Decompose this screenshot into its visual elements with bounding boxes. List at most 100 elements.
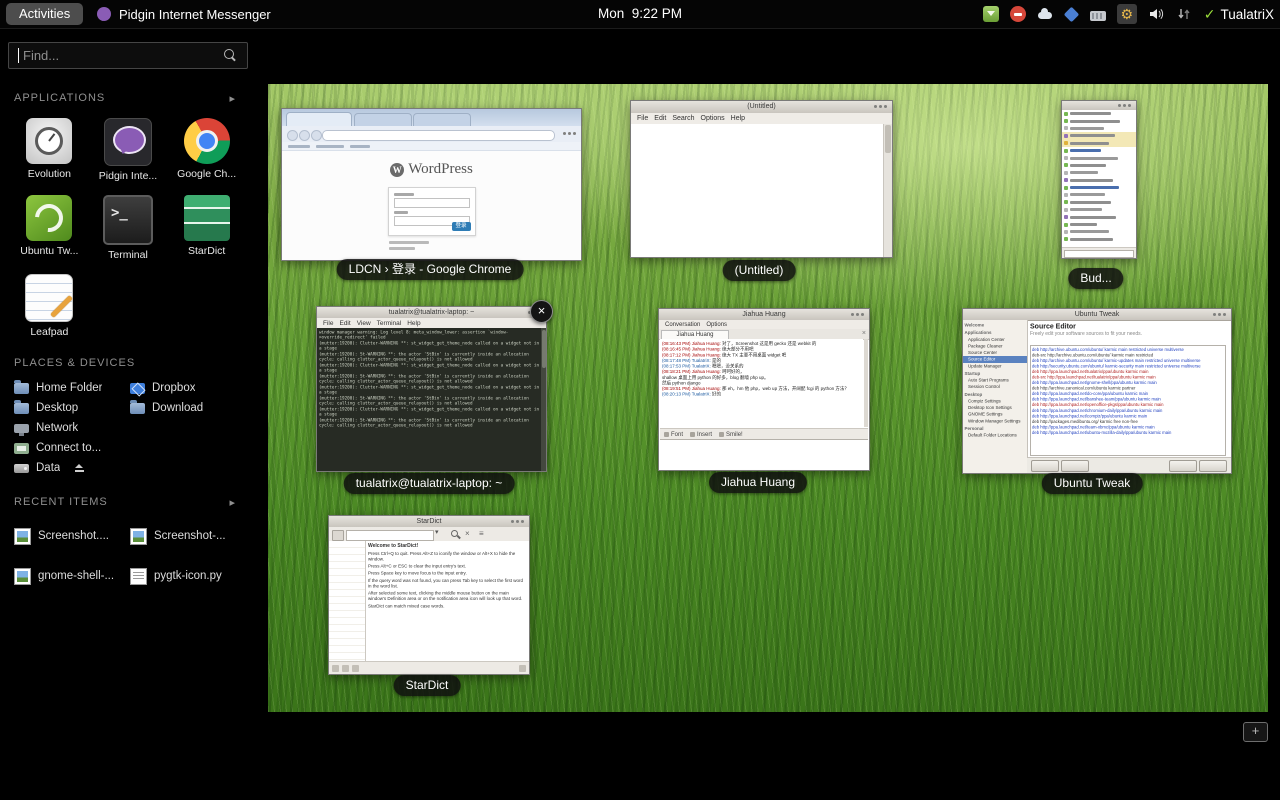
app-label: Terminal (89, 249, 168, 261)
format-label: Font (671, 432, 683, 438)
chat-sender: TualatriX: (692, 358, 711, 363)
dropbox-icon[interactable] (1063, 6, 1079, 22)
window-thumbnail-terminal[interactable]: tualatrix@tualatrix-laptop: ~ FileEditVi… (316, 306, 547, 472)
terminal-output: window manager warning: Log level 8: met… (317, 328, 541, 471)
place-item[interactable]: Dropbox (130, 378, 246, 398)
window-thumbnail-stardict[interactable]: StarDict ▾ × ≡ Welcome to StarDict!Press… (328, 515, 530, 675)
login-button: 登录 (452, 222, 471, 231)
buddy-row (1062, 221, 1136, 228)
network-icon[interactable] (1176, 6, 1193, 23)
forward-icon (299, 130, 310, 141)
app-launcher[interactable]: Terminal (89, 195, 168, 261)
app-icon (184, 118, 230, 164)
stardict-toolbar: ▾ × ≡ (329, 527, 529, 542)
app-launcher[interactable]: Pidgin Inte... (89, 118, 168, 182)
buddy-row (1062, 236, 1136, 243)
keyboard-icon[interactable] (1090, 11, 1106, 21)
username: TualatriX (1220, 7, 1274, 22)
buddy-status-icon (1064, 237, 1068, 241)
terminal-line: (mutter:19200): Clutter-WARNING **: st_w… (319, 363, 541, 373)
buddy-row (1062, 162, 1136, 169)
menu-item: Edit (651, 115, 669, 122)
terminal-line: (mutter:19200): Clutter-WARNING **: st_w… (319, 341, 541, 351)
app-launcher[interactable]: Ubuntu Tw... (10, 195, 89, 261)
footer-button (1199, 460, 1227, 472)
software-update-icon[interactable] (983, 6, 999, 22)
place-item[interactable]: Data (14, 458, 130, 478)
applications-expand-icon[interactable]: ▸ (229, 92, 235, 105)
window-thumbnail-buddy-list[interactable] (1061, 100, 1137, 259)
window-title-pill: StarDict (394, 675, 461, 696)
format-icon (664, 432, 669, 437)
lookup-input (346, 530, 434, 541)
app-icon (184, 195, 230, 241)
place-item[interactable]: Network (14, 418, 130, 438)
place-item[interactable]: Connect to... (14, 438, 130, 458)
definition-paragraph: Press Space key to move focus to the inp… (368, 571, 527, 577)
recent-item[interactable]: Screenshot-... (130, 516, 246, 556)
recent-item[interactable]: pygtk-icon.py (130, 556, 246, 596)
buddy-row (1062, 206, 1136, 213)
close-window-button[interactable]: × (530, 300, 553, 323)
buddy-status-icon (1064, 230, 1068, 234)
chat-timestamp: (08:17:12 PM) (662, 352, 692, 357)
tweak-nav-item: Startup (963, 370, 1027, 377)
menu-item: Help (404, 320, 423, 327)
window-thumbnail-ubuntu-tweak[interactable]: Ubuntu Tweak WelcomeApplicationsApplicat… (962, 308, 1232, 474)
window-title: Jiahua Huang (742, 311, 785, 318)
pane-title: Source Editor (1030, 322, 1227, 331)
terminal-line: (mutter:19200): St-WARNING **: the actor… (319, 418, 541, 428)
recent-list: Screenshot.... Screenshot-... gnome-shel… (14, 516, 246, 596)
menu-item: Options (698, 115, 728, 122)
password-label-bar (394, 211, 408, 214)
notification-icon[interactable] (1010, 6, 1026, 22)
buddy-status-icon (1064, 223, 1068, 227)
place-item[interactable]: Download (130, 398, 246, 418)
chat-sender: Jiahua Huang: (692, 386, 721, 391)
app-menu[interactable]: Pidgin Internet Messenger (97, 0, 271, 28)
app-launcher[interactable]: StarDict (167, 195, 246, 261)
activities-button[interactable]: Activities (6, 3, 83, 25)
app-launcher[interactable]: Evolution (10, 118, 89, 182)
buddy-status-icon (1064, 171, 1068, 175)
place-label: Home Folder (36, 382, 102, 394)
menu-item: File (320, 320, 336, 327)
scrollbar (864, 339, 868, 427)
volume-icon[interactable] (1148, 6, 1165, 23)
tweak-nav-item: Applications (963, 330, 1027, 337)
eject-icon[interactable] (75, 464, 84, 473)
recent-expand-icon[interactable]: ▸ (229, 496, 235, 509)
buddy-name-bar (1070, 112, 1111, 115)
search-input[interactable] (21, 45, 215, 66)
app-launcher[interactable]: Leafpad (10, 274, 89, 338)
user-menu[interactable]: ✓ TualatriX (1204, 6, 1274, 23)
place-label: Desktop (36, 402, 78, 414)
chrome-tab (354, 113, 412, 126)
window-thumbnail-leafpad[interactable]: (Untitled) FileEditSearchOptionsHelp (630, 100, 893, 258)
window-thumbnail-chrome[interactable]: W WordPress 登录 (281, 108, 582, 261)
buddy-name-bar (1070, 179, 1113, 182)
username-label-bar (394, 193, 414, 196)
gear-icon[interactable]: ⚙ (1117, 4, 1137, 24)
pidgin-icon (97, 7, 111, 21)
buddy-name-bar (1070, 208, 1102, 211)
footer-button (1031, 460, 1059, 472)
window-controls (521, 520, 524, 523)
cloud-icon[interactable] (1037, 6, 1053, 22)
add-workspace-button[interactable]: + (1243, 722, 1268, 742)
recent-item[interactable]: gnome-shell-... (14, 556, 130, 596)
recent-item[interactable]: Screenshot.... (14, 516, 130, 556)
address-bar (322, 130, 555, 141)
buddy-status-icon (1064, 178, 1068, 182)
chrome-tab (413, 113, 471, 126)
buddy-row (1062, 154, 1136, 161)
chat-text: shallow 桌面上用 python 的好多，blog 翻墙 php up。 (662, 375, 769, 380)
window-thumbnail-chat[interactable]: Jiahua Huang ConversationOptions Jiahua … (658, 308, 870, 471)
clock[interactable]: Mon 9:22 PM (598, 0, 682, 28)
place-item[interactable]: Desktop (14, 398, 130, 418)
app-launcher[interactable]: Google Ch... (167, 118, 246, 182)
tweak-nav-item: Desktop (963, 391, 1027, 398)
buddy-row (1062, 199, 1136, 206)
place-item[interactable]: Home Folder (14, 378, 130, 398)
text-caret (18, 48, 19, 63)
